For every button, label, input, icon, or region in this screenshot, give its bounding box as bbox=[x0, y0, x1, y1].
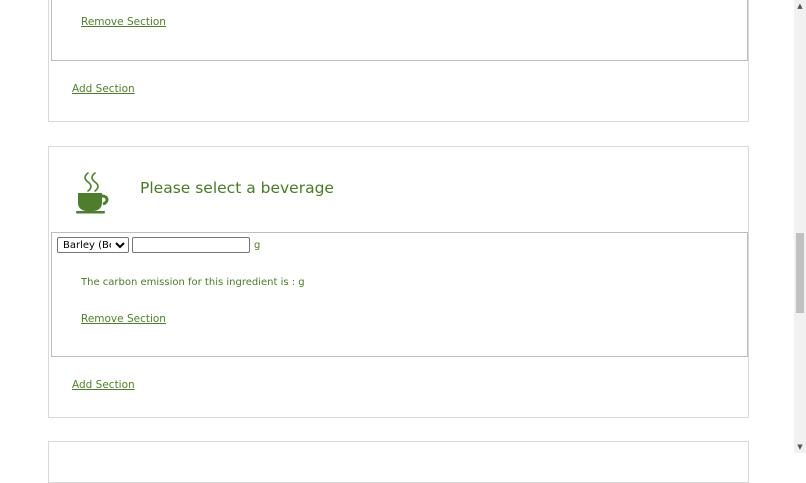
remove-section-link[interactable]: Remove Section bbox=[81, 313, 166, 325]
section-card-previous: Remove Section Add Section bbox=[48, 0, 749, 122]
scrollbar-thumb[interactable] bbox=[796, 233, 804, 313]
ingredient-select[interactable]: Barley (Beer) bbox=[57, 237, 129, 253]
section-header: Please select a beverage bbox=[49, 147, 748, 233]
page: Remove Section Add Section Please select… bbox=[0, 0, 794, 483]
emission-result-text: The carbon emission for this ingredient … bbox=[81, 277, 305, 288]
quantity-input[interactable] bbox=[132, 237, 250, 253]
triangle-down-icon[interactable]: ▼ bbox=[794, 441, 806, 453]
section-title: Please select a beverage bbox=[140, 179, 334, 197]
section-card-next bbox=[48, 441, 749, 483]
triangle-up-icon[interactable]: ▲ bbox=[794, 0, 806, 12]
add-section-link[interactable]: Add Section bbox=[72, 83, 135, 95]
remove-section-link[interactable]: Remove Section bbox=[81, 16, 166, 28]
vertical-scrollbar[interactable]: ▲ ▼ bbox=[794, 0, 806, 453]
ingredient-panel: Barley (Beer) g The carbon emission for … bbox=[51, 232, 748, 357]
ingredient-row: Barley (Beer) g bbox=[57, 236, 260, 254]
section-card-beverage: Please select a beverage Barley (Beer) g… bbox=[48, 146, 749, 418]
add-section-link[interactable]: Add Section bbox=[72, 379, 135, 391]
coffee-cup-icon bbox=[76, 172, 109, 214]
unit-label: g bbox=[254, 239, 261, 251]
ingredient-panel-previous: Remove Section bbox=[51, 0, 748, 61]
